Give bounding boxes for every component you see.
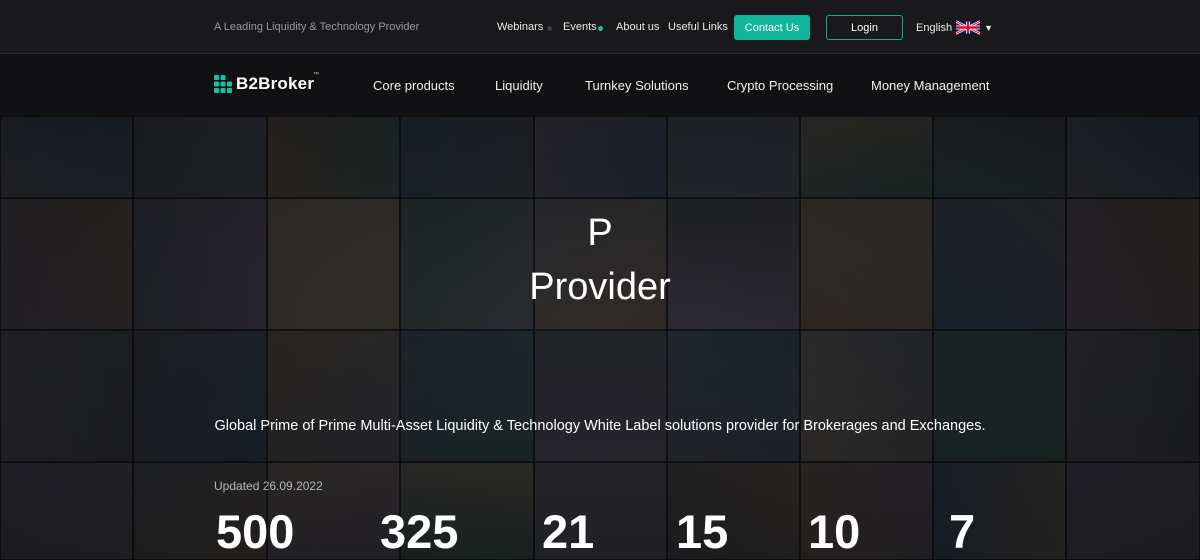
hero-title-line-1: P xyxy=(587,212,613,254)
webinars-link[interactable]: Webinars xyxy=(497,21,543,33)
trademark-symbol: ™ xyxy=(313,72,319,78)
hero-title-line-2: Provider xyxy=(529,266,671,308)
b2broker-logo[interactable]: B2Broker ™ xyxy=(214,72,319,94)
nav-money-management[interactable]: Money Management xyxy=(871,78,990,93)
logo-text: B2Broker xyxy=(236,74,315,93)
events-live-dot xyxy=(598,26,603,31)
tagline: A Leading Liquidity & Technology Provide… xyxy=(214,21,420,33)
hero-subtitle: Global Prime of Prime Multi-Asset Liquid… xyxy=(214,418,986,434)
nav-turnkey-solutions[interactable]: Turnkey Solutions xyxy=(585,78,689,93)
events-link[interactable]: Events xyxy=(563,21,597,33)
stat-value: 7 xyxy=(949,505,976,558)
contact-us-button[interactable]: Contact Us xyxy=(734,15,810,40)
nav-core-products[interactable]: Core products xyxy=(373,78,455,93)
uk-flag-icon xyxy=(956,20,981,35)
nav-liquidity[interactable]: Liquidity xyxy=(495,78,543,93)
stat-value: 325 xyxy=(380,505,459,558)
stats-updated-date: Updated 26.09.2022 xyxy=(214,479,323,493)
hero-overlay xyxy=(0,116,1200,560)
stat-value: 10 xyxy=(808,505,861,558)
chevron-down-icon: ▼ xyxy=(984,22,993,33)
login-button[interactable]: Login xyxy=(826,15,903,40)
language-selector[interactable]: English ▼ xyxy=(916,20,993,35)
about-us-link[interactable]: About us xyxy=(616,21,659,33)
stat-value: 21 xyxy=(542,505,595,558)
stat-value: 15 xyxy=(676,505,729,558)
logo-mark-icon xyxy=(214,75,232,93)
top-bar: A Leading Liquidity & Technology Provide… xyxy=(0,0,1200,54)
stat-value: 500 xyxy=(216,505,295,558)
language-label: English xyxy=(916,21,953,34)
useful-links-link[interactable]: Useful Links xyxy=(668,21,728,33)
webinars-indicator-dot xyxy=(547,26,552,31)
hero-section: P Provider Global Prime of Prime Multi-A… xyxy=(0,116,1200,560)
nav-crypto-processing[interactable]: Crypto Processing xyxy=(727,78,833,93)
main-nav: B2Broker ™ Core products Liquidity Turnk… xyxy=(0,55,1200,116)
